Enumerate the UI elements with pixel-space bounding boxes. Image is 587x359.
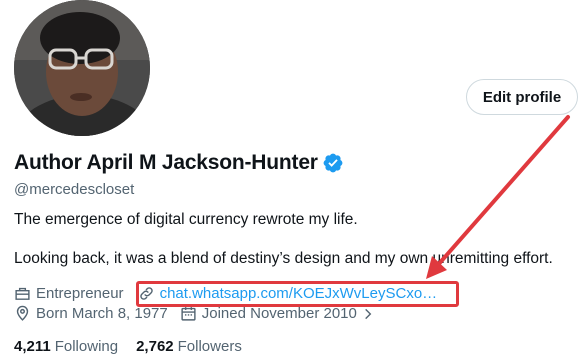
chevron-right-icon[interactable] — [361, 307, 375, 321]
following-count: 4,211 — [14, 338, 51, 355]
profile-meta-row-2: Born March 8, 1977 Joined November 2010 — [14, 305, 375, 322]
followers-label: Followers — [177, 338, 242, 355]
join-date-label: Joined November 2010 — [201, 305, 357, 322]
profile-avatar[interactable] — [14, 0, 150, 136]
followers-stat[interactable]: 2,762 Followers — [136, 338, 242, 355]
profession-item: Entrepreneur — [14, 285, 124, 302]
birthdate-label: Born March 8, 1977 — [36, 305, 168, 322]
briefcase-icon — [14, 285, 31, 302]
user-handle: @mercedescloset — [14, 181, 135, 198]
link-highlight-box — [136, 281, 459, 307]
display-name: Author April M Jackson-Hunter — [14, 151, 318, 174]
calendar-icon — [180, 305, 197, 322]
profession-label: Entrepreneur — [36, 285, 124, 302]
followers-count: 2,762 — [136, 338, 174, 355]
location-icon — [14, 305, 31, 322]
birthdate-item: Born March 8, 1977 — [14, 305, 168, 322]
bio-line-1: The emergence of digital currency rewrot… — [14, 211, 358, 228]
following-stat[interactable]: 4,211 Following — [14, 338, 118, 355]
verified-badge-icon[interactable] — [322, 152, 344, 174]
bio-line-2: Looking back, it was a blend of destiny’… — [14, 250, 553, 267]
name-row: Author April M Jackson-Hunter — [14, 151, 344, 175]
following-label: Following — [54, 338, 119, 355]
follow-stats: 4,211 Following 2,762 Followers — [14, 338, 242, 355]
join-date-item[interactable]: Joined November 2010 — [180, 305, 375, 322]
edit-profile-button[interactable]: Edit profile — [466, 79, 578, 115]
